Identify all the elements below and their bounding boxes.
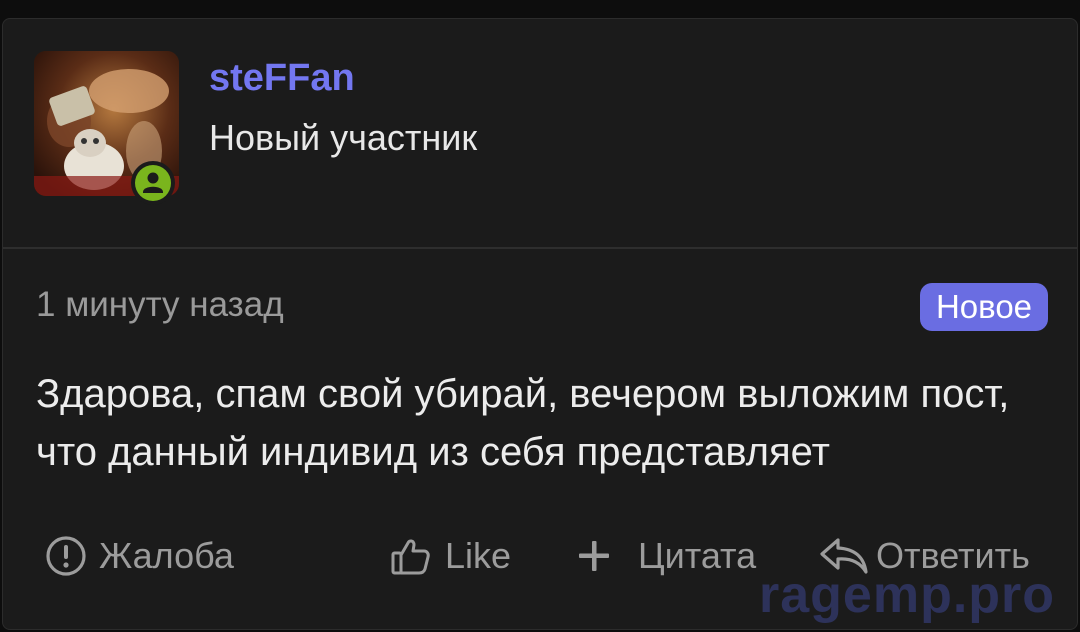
user-rank-title: Новый участник xyxy=(209,117,478,158)
online-dot xyxy=(135,165,171,201)
report-icon xyxy=(46,536,86,576)
quote-button[interactable]: Цитата xyxy=(576,531,756,581)
new-post-badge: Новое xyxy=(920,283,1048,331)
like-button[interactable]: Like xyxy=(389,531,511,581)
username-link[interactable]: steFFan xyxy=(209,57,355,100)
report-button[interactable]: Жалоба xyxy=(45,531,234,581)
plus-icon xyxy=(579,541,609,571)
reply-label: Ответить xyxy=(876,535,1030,576)
post-card: steFFan Новый участник 1 минуту назад Но… xyxy=(2,18,1078,630)
author-header: steFFan Новый участник xyxy=(3,19,1077,249)
post-content: Здарова, спам свой убирай, вечером вылож… xyxy=(36,372,1010,474)
like-label: Like xyxy=(445,535,512,576)
quote-label: Цитата xyxy=(638,535,757,576)
reply-icon xyxy=(820,538,868,574)
reply-button[interactable]: Ответить xyxy=(818,531,1030,581)
thumbs-up-icon xyxy=(391,539,430,575)
online-status-badge xyxy=(131,161,175,205)
report-label: Жалоба xyxy=(99,535,234,576)
post-timestamp[interactable]: 1 минуту назад xyxy=(36,285,284,325)
user-icon xyxy=(143,172,163,193)
